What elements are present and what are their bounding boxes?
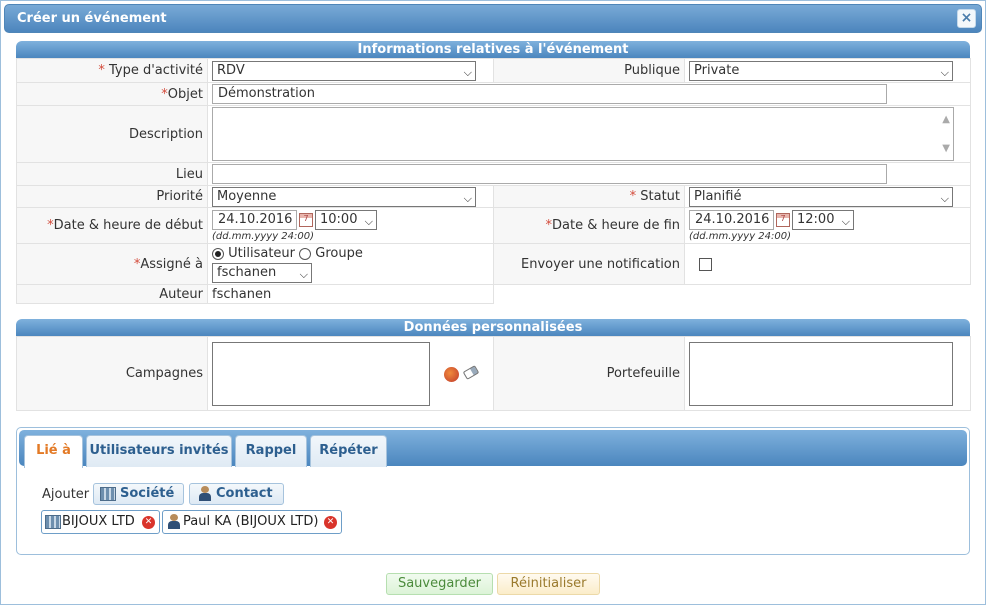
related-tabs-panel: Lié à Utilisateurs invités Rappel Répéte…	[16, 427, 970, 555]
subject-label: Objet	[167, 86, 203, 102]
linked-item[interactable]: Paul KA (BIJOUX LTD) ✕	[162, 510, 342, 534]
person-icon	[198, 486, 212, 502]
type-select[interactable]: RDV ⌵	[212, 60, 476, 81]
remove-icon[interactable]: ✕	[142, 516, 155, 529]
assigned-label: Assigné à	[140, 256, 203, 272]
status-select[interactable]: Planifié ⌵	[689, 186, 953, 207]
chevron-down-icon: ⌵	[364, 215, 373, 229]
portfolio-listbox[interactable]	[689, 341, 953, 406]
remove-icon[interactable]: ✕	[324, 516, 337, 529]
start-label: Date & heure de début	[53, 218, 203, 233]
add-company-button[interactable]: Société	[93, 483, 184, 505]
location-input[interactable]	[212, 164, 887, 184]
end-date-input[interactable]: 24.10.2016	[689, 210, 774, 231]
scroll-down-icon[interactable]: ▼	[942, 143, 950, 154]
author-label: Auteur	[159, 286, 203, 302]
linked-item-label: BIJOUX LTD	[62, 514, 135, 529]
public-select[interactable]: Private ⌵	[689, 60, 953, 81]
person-icon	[167, 514, 181, 530]
subject-input[interactable]: Démonstration	[212, 84, 887, 104]
type-label: Type d'activité	[108, 63, 203, 78]
author-value: fschanen	[212, 286, 272, 302]
start-date-input[interactable]: 24.10.2016	[212, 210, 297, 231]
assign-user-radio[interactable]	[212, 247, 224, 260]
calendar-icon[interactable]: 7	[776, 213, 790, 228]
eraser-icon[interactable]	[462, 365, 480, 380]
start-date-hint: (dd.mm.yyyy 24:00)	[212, 230, 315, 242]
tabs-bar: Lié à Utilisateurs invités Rappel Répéte…	[19, 430, 967, 468]
status-label: Statut	[640, 189, 680, 204]
assign-user-label: Utilisateur	[228, 246, 296, 261]
dialog-titlebar: Créer un événement ×	[4, 4, 982, 33]
notify-checkbox[interactable]	[699, 257, 712, 271]
event-info-form: * Type d'activité RDV ⌵ Publique Private ⌵…	[16, 58, 971, 304]
assign-group-label: Groupe	[315, 246, 363, 261]
scroll-up-icon[interactable]: ▲	[942, 114, 950, 125]
reset-button[interactable]: Réinitialiser	[497, 573, 600, 595]
event-info-header: Informations relatives à l'événement	[16, 41, 970, 58]
chevron-down-icon: ⌵	[940, 191, 949, 205]
end-time-select[interactable]: 12:00 ⌵	[792, 210, 854, 231]
tab-reminder[interactable]: Rappel	[235, 435, 307, 467]
description-label: Description	[128, 126, 203, 142]
campaigns-label: Campagnes	[125, 366, 203, 381]
end-date-hint: (dd.mm.yyyy 24:00)	[689, 230, 792, 242]
add-contact-button[interactable]: Contact	[189, 483, 284, 505]
custom-data-form: Campagnes Portefeuille	[16, 336, 971, 411]
add-label: Ajouter	[42, 487, 90, 502]
chevron-down-icon: ⌵	[841, 215, 850, 229]
close-icon: ×	[960, 10, 973, 26]
tab-invited-users[interactable]: Utilisateurs invités	[86, 435, 232, 467]
location-label: Lieu	[175, 166, 203, 182]
calendar-icon[interactable]: 7	[299, 213, 313, 228]
add-campaign-icon[interactable]	[444, 367, 459, 382]
chevron-down-icon: ⌵	[940, 65, 949, 79]
public-label: Publique	[624, 63, 680, 78]
custom-data-header: Données personnalisées	[16, 319, 970, 336]
start-time-select[interactable]: 10:00 ⌵	[315, 210, 377, 231]
save-button[interactable]: Sauvegarder	[386, 573, 493, 595]
linked-item-label: Paul KA (BIJOUX LTD)	[183, 514, 319, 529]
chevron-down-icon: ⌵	[463, 191, 472, 205]
assigned-user-select[interactable]: fschanen ⌵	[212, 263, 312, 283]
building-icon	[45, 515, 61, 529]
assign-group-radio[interactable]	[299, 247, 312, 260]
create-event-dialog: Créer un événement × Informations relati…	[0, 0, 986, 605]
chevron-down-icon: ⌵	[299, 268, 308, 281]
tab-repeat[interactable]: Répéter	[310, 435, 387, 467]
tab-linked[interactable]: Lié à	[24, 435, 83, 468]
linked-item[interactable]: BIJOUX LTD ✕	[41, 510, 160, 534]
notify-label: Envoyer une notification	[521, 256, 680, 272]
priority-select[interactable]: Moyenne ⌵	[212, 186, 476, 207]
dialog-title: Créer un événement	[17, 11, 167, 26]
close-button[interactable]: ×	[957, 9, 976, 28]
chevron-down-icon: ⌵	[463, 65, 472, 79]
description-textarea[interactable]: ▲ ▼	[212, 107, 954, 161]
building-icon	[100, 487, 116, 501]
end-label: Date & heure de fin	[552, 218, 680, 233]
priority-label: Priorité	[156, 189, 203, 204]
campaigns-listbox[interactable]	[212, 341, 430, 406]
portfolio-label: Portefeuille	[606, 366, 680, 381]
